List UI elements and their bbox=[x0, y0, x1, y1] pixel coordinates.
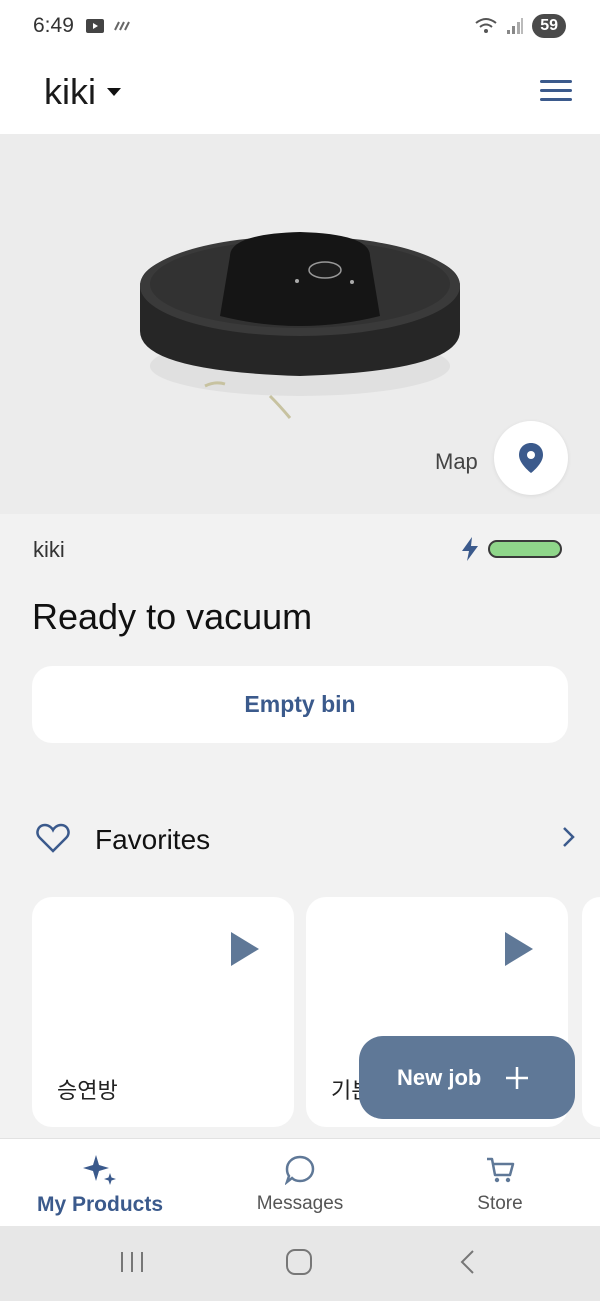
hamburger-menu-icon bbox=[540, 80, 572, 83]
home-icon[interactable] bbox=[285, 1248, 313, 1276]
chevron-right-icon bbox=[563, 827, 575, 847]
map-label: Map bbox=[435, 449, 478, 474]
favorite-card-peek[interactable] bbox=[582, 897, 600, 1127]
battery-status bbox=[460, 536, 562, 562]
nav-store[interactable]: Store bbox=[400, 1139, 600, 1227]
play-icon[interactable] bbox=[504, 931, 534, 967]
status-time: 6:49 bbox=[33, 14, 74, 37]
robot-battery-bar bbox=[488, 540, 562, 558]
media-notification-icon bbox=[86, 19, 104, 33]
empty-bin-button[interactable]: Empty bin bbox=[32, 666, 568, 743]
play-icon[interactable] bbox=[230, 931, 260, 967]
robot-status: Ready to vacuum bbox=[32, 596, 313, 637]
caret-down-icon bbox=[107, 88, 121, 96]
recent-apps-icon[interactable] bbox=[118, 1248, 146, 1276]
robot-hero: Map bbox=[0, 134, 600, 514]
app-header: kiki bbox=[0, 56, 600, 134]
robot-vacuum-image bbox=[140, 232, 460, 419]
status-bar: 6:49 59 bbox=[0, 0, 600, 56]
location-pin-icon bbox=[519, 443, 543, 473]
nav-label: Messages bbox=[256, 1193, 344, 1214]
nav-label: My Products bbox=[36, 1193, 164, 1216]
new-job-label: New job bbox=[397, 1064, 482, 1090]
notification-icons bbox=[85, 18, 131, 34]
system-status-icons: 59 bbox=[474, 14, 566, 38]
favorite-card-label: 승연방 bbox=[57, 1078, 118, 1103]
cart-icon bbox=[487, 1157, 515, 1183]
bottom-navigation: My Products Messages Store bbox=[0, 1138, 600, 1226]
wifi-icon bbox=[475, 18, 497, 33]
signal-icon bbox=[507, 18, 524, 34]
favorite-card[interactable]: 승연방 bbox=[32, 897, 294, 1127]
robot-selector-name: kiki bbox=[44, 71, 96, 112]
sparkle-icon bbox=[83, 1155, 116, 1185]
robot-name-label: kiki bbox=[33, 537, 65, 562]
favorites-title: Favorites bbox=[95, 824, 211, 855]
chat-bubble-icon bbox=[285, 1155, 315, 1185]
lightning-bolt-icon bbox=[462, 537, 478, 561]
back-icon[interactable] bbox=[455, 1248, 483, 1276]
nav-messages[interactable]: Messages bbox=[200, 1139, 400, 1227]
nav-my-products[interactable]: My Products bbox=[0, 1139, 200, 1227]
new-job-button[interactable]: New job bbox=[359, 1036, 575, 1119]
heart-icon bbox=[36, 823, 70, 853]
nav-label: Store bbox=[477, 1193, 523, 1214]
wifi-off-notification-icon bbox=[114, 21, 130, 31]
system-navigation-bar bbox=[0, 1226, 600, 1301]
robot-selector[interactable]: kiki bbox=[44, 71, 122, 113]
favorites-header[interactable]: Favorites bbox=[36, 818, 576, 862]
menu-button[interactable] bbox=[540, 80, 572, 104]
map-button[interactable] bbox=[494, 421, 568, 495]
battery-indicator: 59 bbox=[532, 14, 566, 38]
plus-icon bbox=[506, 1066, 529, 1089]
